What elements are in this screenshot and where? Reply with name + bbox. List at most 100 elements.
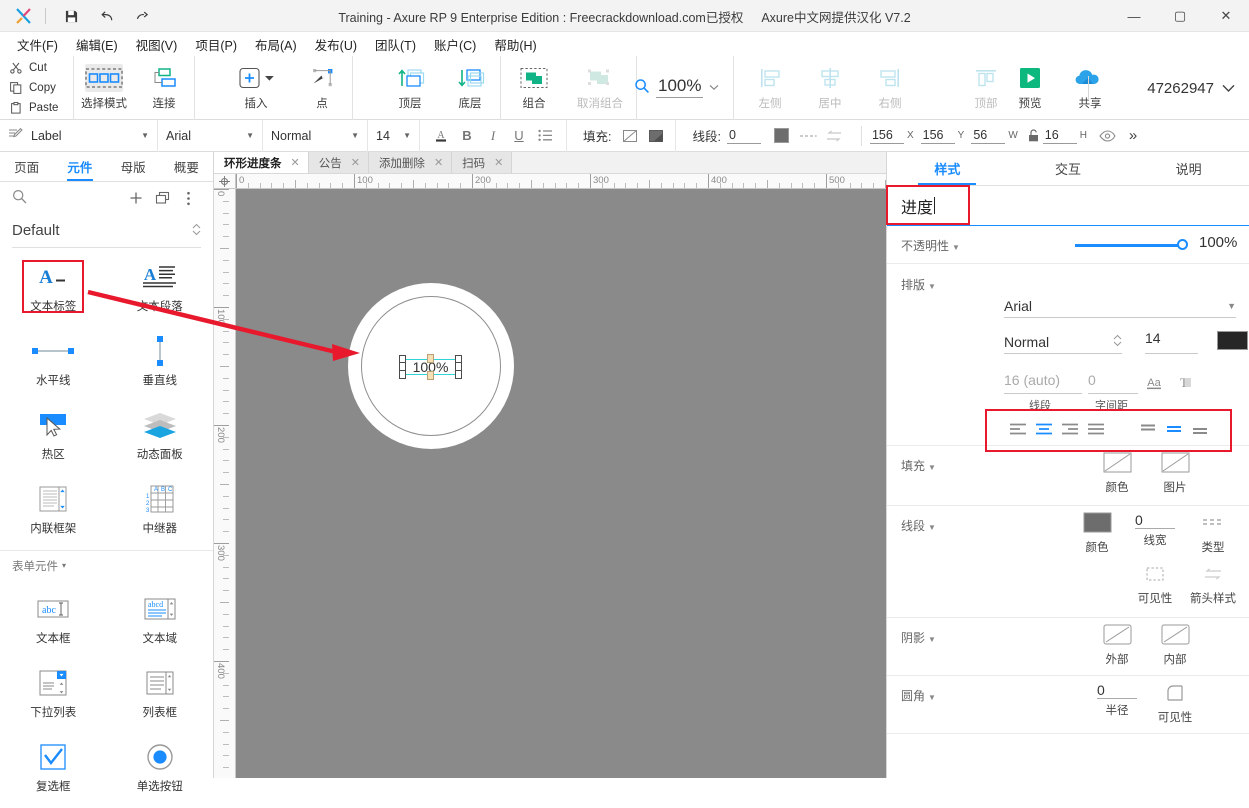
- opacity-slider-track[interactable]: [1075, 244, 1183, 247]
- corner-radius-input[interactable]: 0: [1097, 682, 1137, 699]
- page-tab-announcement[interactable]: 公告 ✕: [308, 152, 369, 173]
- arrow-style-button[interactable]: 箭头样式: [1187, 564, 1239, 606]
- menu-project[interactable]: 项目(P): [186, 32, 246, 57]
- font-color-swatch[interactable]: [1217, 331, 1248, 350]
- search-icon[interactable]: [12, 189, 27, 207]
- page-tab-ring-progress[interactable]: 环形进度条 ✕: [214, 152, 309, 173]
- arrow-style-icon[interactable]: [821, 124, 847, 148]
- align-middle-icon[interactable]: [1161, 416, 1187, 442]
- widget-style-select[interactable]: Label ▼: [0, 119, 158, 152]
- chevron-down-icon[interactable]: ▼: [952, 243, 960, 252]
- bring-to-front-button[interactable]: 顶层: [380, 56, 440, 118]
- align-text-left-icon[interactable]: [1005, 416, 1031, 442]
- menu-layout[interactable]: 布局(A): [246, 32, 306, 57]
- menu-help[interactable]: 帮助(H): [485, 32, 545, 57]
- tab-outline[interactable]: 概要: [160, 152, 213, 181]
- line-visibility-button[interactable]: 可见性: [1129, 564, 1181, 606]
- menu-account[interactable]: 账户(C): [425, 32, 485, 57]
- line-style-icon[interactable]: [795, 124, 821, 148]
- cut-button[interactable]: Cut: [0, 58, 73, 78]
- tab-pages[interactable]: 页面: [0, 152, 53, 181]
- point-button[interactable]: 点: [292, 56, 352, 118]
- italic-icon[interactable]: I: [480, 124, 506, 148]
- menu-publish[interactable]: 发布(U): [306, 32, 366, 57]
- font-size-select[interactable]: 14 ▼: [368, 119, 420, 152]
- align-left-button[interactable]: 左侧: [740, 56, 800, 118]
- right-font-family-select[interactable]: Arial ▼: [1004, 294, 1236, 318]
- tab-interactions[interactable]: 交互: [1008, 152, 1129, 185]
- save-icon[interactable]: [60, 6, 82, 26]
- tab-notes[interactable]: 说明: [1128, 152, 1249, 185]
- line-color-icon[interactable]: [769, 124, 795, 148]
- line-spacing-input[interactable]: 16 (auto): [1004, 372, 1082, 394]
- list-icon[interactable]: [532, 124, 558, 148]
- lock-open-icon[interactable]: [1025, 124, 1043, 148]
- form-widgets-section-header[interactable]: 表单元件 ▾: [0, 550, 213, 580]
- line-width-input[interactable]: 0: [726, 128, 761, 144]
- h-input[interactable]: 16: [1042, 128, 1077, 144]
- align-bottom-icon[interactable]: [1187, 416, 1213, 442]
- tab-style[interactable]: 样式: [887, 152, 1008, 185]
- corner-visibility-button[interactable]: 可见性: [1149, 682, 1201, 725]
- chevron-down-icon[interactable]: ▼: [928, 693, 936, 702]
- vertical-ruler[interactable]: 0100200300400500: [214, 189, 236, 778]
- align-center-button[interactable]: 居中: [800, 56, 860, 118]
- right-font-size-input[interactable]: 14: [1145, 330, 1198, 354]
- bold-icon[interactable]: B: [454, 124, 480, 148]
- text-case-icon[interactable]: Aa: [1145, 374, 1165, 392]
- align-text-center-icon[interactable]: [1031, 416, 1057, 442]
- format-overflow-button[interactable]: »: [1120, 124, 1146, 148]
- paste-button[interactable]: Paste: [0, 98, 73, 118]
- x-input[interactable]: 156: [869, 128, 904, 144]
- widget-text-paragraph[interactable]: A 文本段落: [107, 254, 214, 328]
- widget-horizontal-line[interactable]: 水平线: [0, 328, 107, 402]
- outer-shadow-button[interactable]: 外部: [1091, 624, 1143, 667]
- connect-button[interactable]: 连接: [134, 56, 194, 118]
- w-input[interactable]: 56: [971, 128, 1006, 144]
- resize-handle-br[interactable]: [455, 370, 462, 379]
- align-text-right-icon[interactable]: [1057, 416, 1083, 442]
- undo-icon[interactable]: [96, 6, 118, 26]
- menu-file[interactable]: 文件(F): [8, 32, 67, 57]
- text-decoration-icon[interactable]: T: [1175, 374, 1193, 392]
- right-font-weight-select[interactable]: Normal: [1004, 330, 1122, 354]
- library-selector[interactable]: Default: [12, 214, 201, 248]
- widget-repeater[interactable]: ABC 123 中继器: [107, 476, 214, 550]
- chevron-down-icon[interactable]: ▼: [928, 635, 936, 644]
- chevron-down-icon[interactable]: [709, 80, 719, 94]
- fill-none-icon[interactable]: [617, 124, 643, 148]
- menu-edit[interactable]: 编辑(E): [67, 32, 127, 57]
- close-icon[interactable]: ✕: [291, 156, 300, 169]
- insert-button[interactable]: 插入: [220, 56, 292, 118]
- more-vertical-icon[interactable]: [175, 186, 201, 210]
- underline-icon[interactable]: U: [506, 124, 532, 148]
- horizontal-ruler[interactable]: 0100200300400500600: [236, 174, 886, 189]
- resize-handle-bc[interactable]: [427, 371, 434, 380]
- close-icon[interactable]: ✕: [351, 156, 360, 169]
- fill-gradient-icon[interactable]: [643, 124, 669, 148]
- resize-handle-bl[interactable]: [399, 370, 406, 379]
- close-icon[interactable]: ✕: [494, 156, 503, 169]
- share-button[interactable]: 共享: [1060, 56, 1120, 118]
- widget-checkbox[interactable]: 复选框: [0, 734, 107, 808]
- preview-button[interactable]: 预览: [1000, 56, 1060, 118]
- chevron-down-icon[interactable]: ▼: [928, 463, 936, 472]
- line-width-input[interactable]: 0: [1135, 512, 1175, 529]
- copy-button[interactable]: Copy: [0, 78, 73, 98]
- zoom-control[interactable]: 100%: [620, 56, 733, 118]
- line-color-button[interactable]: 颜色: [1071, 512, 1123, 555]
- ruler-origin-icon[interactable]: [214, 174, 236, 189]
- widget-textarea[interactable]: abcd 文本域: [107, 586, 214, 660]
- fill-image-button[interactable]: 图片: [1149, 452, 1201, 495]
- redo-icon[interactable]: [131, 6, 153, 26]
- widget-dynamic-panel[interactable]: 动态面板: [107, 402, 214, 476]
- tab-widgets[interactable]: 元件: [53, 152, 106, 181]
- menu-team[interactable]: 团队(T): [366, 32, 425, 57]
- fill-color-button[interactable]: 颜色: [1091, 452, 1143, 495]
- widget-textfield[interactable]: abc 文本框: [0, 586, 107, 660]
- add-icon[interactable]: [123, 186, 149, 210]
- align-top-icon[interactable]: [1135, 416, 1161, 442]
- align-right-button[interactable]: 右侧: [860, 56, 920, 118]
- menu-view[interactable]: 视图(V): [127, 32, 187, 57]
- font-weight-select[interactable]: Normal ▼: [263, 119, 368, 152]
